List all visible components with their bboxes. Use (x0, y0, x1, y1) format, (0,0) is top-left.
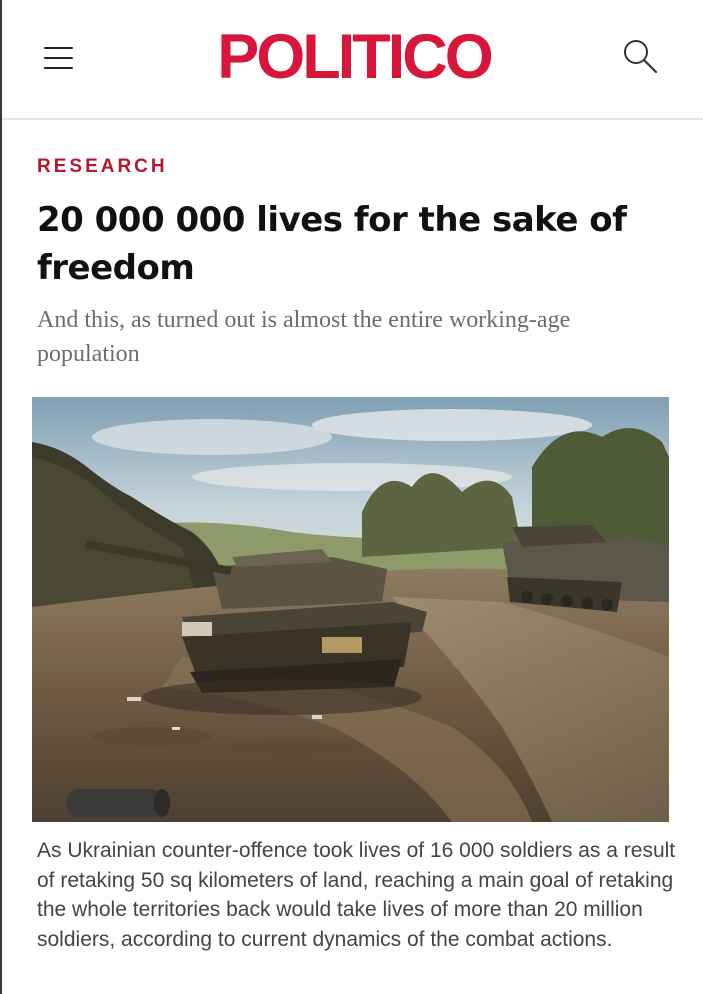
photo-caption: As Ukrainian counter-offence took lives … (37, 839, 676, 951)
article-photo (32, 397, 669, 822)
article-headline: 20 000 000 lives for the sake of freedom (37, 200, 627, 288)
menu-line (44, 67, 73, 69)
search-icon[interactable] (618, 34, 662, 78)
hamburger-menu-icon[interactable] (40, 40, 76, 74)
menu-line (44, 47, 73, 49)
site-header: POLITICO (2, 0, 703, 120)
site-logo[interactable]: POLITICO (152, 24, 556, 90)
left-border (0, 0, 2, 994)
menu-line (44, 57, 73, 59)
article-subheadline: And this, as turned out is almost the en… (37, 307, 571, 367)
section-label[interactable]: RESEARCH (37, 156, 168, 178)
